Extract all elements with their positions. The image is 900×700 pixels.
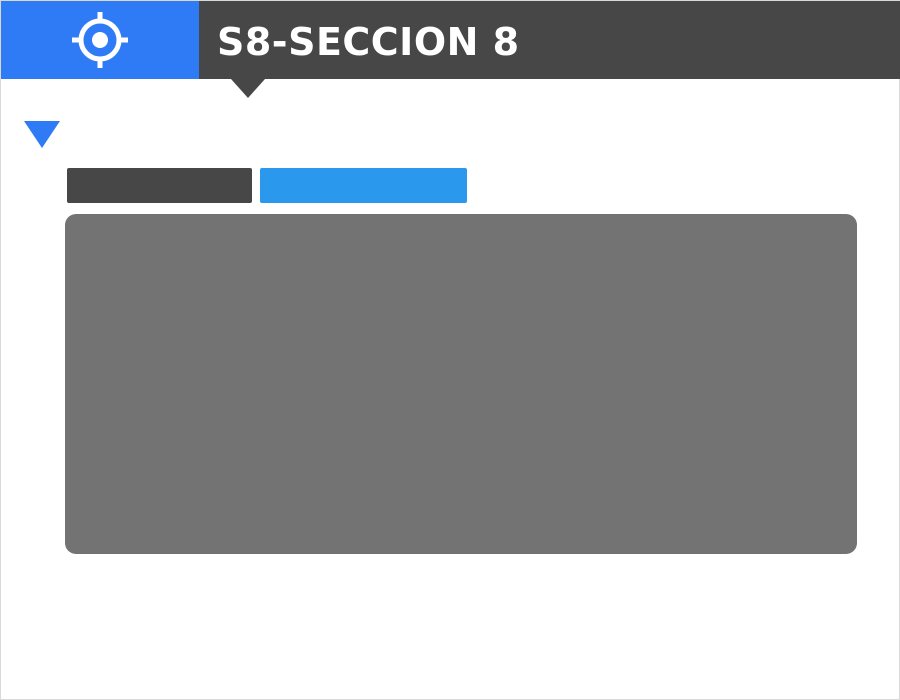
page-title: S8-SECCION 8: [217, 20, 520, 64]
header-pointer-arrow: [231, 79, 265, 98]
header-bar: S8-SECCION 8: [1, 1, 900, 79]
tab-dark[interactable]: [67, 168, 252, 203]
triangle-down-icon[interactable]: [24, 121, 60, 148]
content-panel: [65, 214, 857, 554]
header-icon-box: [1, 1, 199, 79]
crosshair-icon: [72, 12, 128, 68]
tab-blue[interactable]: [260, 168, 467, 203]
page-frame: S8-SECCION 8: [0, 0, 900, 700]
